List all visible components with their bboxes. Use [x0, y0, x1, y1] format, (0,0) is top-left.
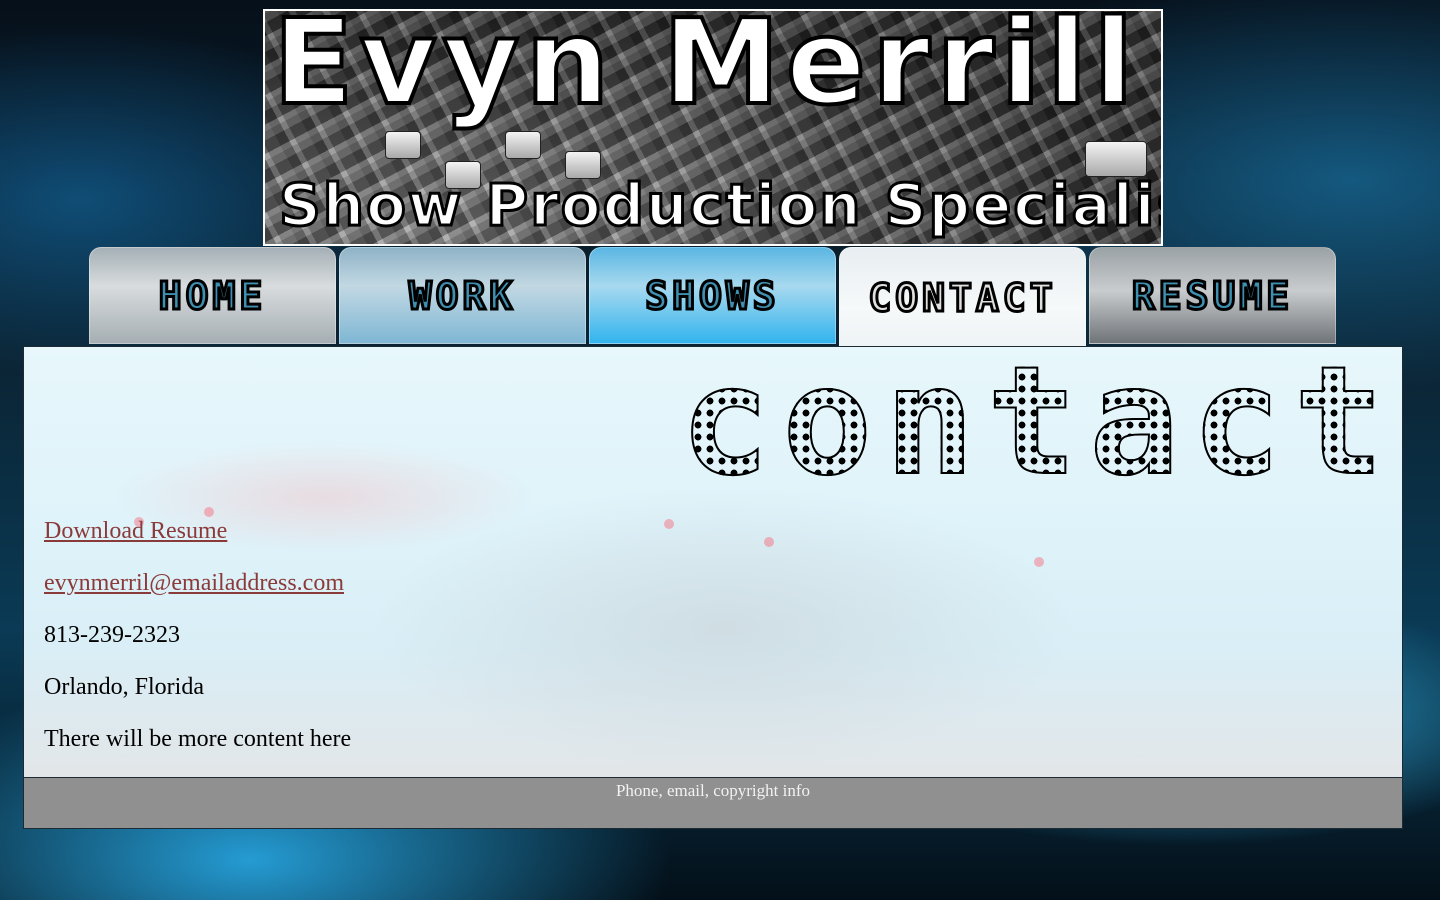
- footer: Phone, email, copyright info: [23, 777, 1403, 829]
- footer-text: Phone, email, copyright info: [615, 781, 811, 800]
- nav-tab-shows[interactable]: SHOWS: [589, 247, 836, 344]
- background-light: [764, 537, 774, 547]
- nav-tab-resume[interactable]: RESUME: [1089, 247, 1336, 344]
- content-panel: contact Download Resume evynmerril@email…: [23, 346, 1403, 778]
- placeholder-note: There will be more content here: [44, 726, 352, 752]
- email-item: evynmerril@emailaddress.com: [44, 569, 351, 597]
- background-light: [204, 507, 214, 517]
- location: Orlando, Florida: [44, 674, 204, 700]
- email-link[interactable]: evynmerril@emailaddress.com: [44, 570, 344, 596]
- background-light: [664, 519, 674, 529]
- nav-tab-label: HOME: [157, 272, 267, 319]
- nav-tab-label: RESUME: [1130, 272, 1294, 319]
- nav-tab-home[interactable]: HOME: [89, 247, 336, 344]
- nav-tab-label: CONTACT: [867, 274, 1057, 321]
- site-title: Evyn Merrill: [271, 9, 1140, 133]
- contact-info: Download Resume evynmerril@emailaddress.…: [44, 517, 351, 777]
- background-light: [1034, 557, 1044, 567]
- nav-tab-label: SHOWS: [644, 272, 780, 319]
- nav-tab-contact[interactable]: CONTACT: [839, 247, 1086, 347]
- download-resume-link[interactable]: Download Resume: [44, 518, 227, 544]
- header-banner: Evyn Merrill Show Production Specialist: [263, 9, 1163, 246]
- site-tagline: Show Production Specialist: [278, 170, 1163, 241]
- resume-item: Download Resume: [44, 517, 351, 545]
- phone-number: 813-239-2323: [44, 622, 180, 648]
- main-nav: HOME WORK SHOWS CONTACT RESUME: [89, 247, 1339, 347]
- nav-tab-label: WORK: [407, 272, 517, 319]
- mixer-knob: [505, 131, 541, 159]
- page-heading: contact: [679, 346, 1396, 509]
- mixer-knob: [385, 131, 421, 159]
- nav-tab-work[interactable]: WORK: [339, 247, 586, 344]
